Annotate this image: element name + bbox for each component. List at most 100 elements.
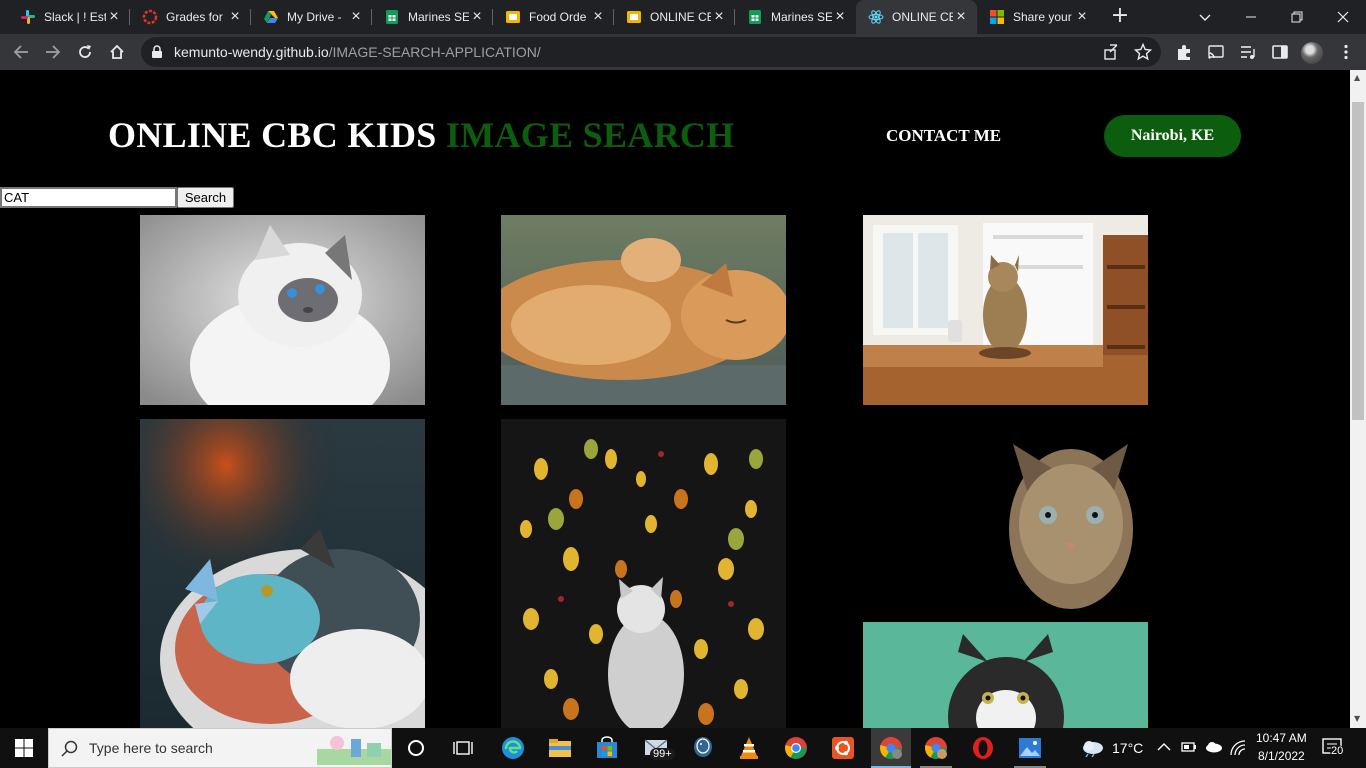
tab-online-cbc-slides[interactable]: ONLINE CB × xyxy=(614,0,735,34)
home-button[interactable] xyxy=(104,39,130,65)
close-icon[interactable]: × xyxy=(348,8,364,26)
close-icon[interactable]: × xyxy=(106,8,122,26)
google-sheets-icon xyxy=(747,9,763,25)
scroll-up-arrow-icon[interactable]: ▲ xyxy=(1354,73,1360,82)
close-icon[interactable]: × xyxy=(832,8,848,26)
tab-search-button[interactable] xyxy=(1182,0,1228,34)
weather-cloud-icon[interactable] xyxy=(1080,739,1106,757)
taskbar-file-explorer[interactable] xyxy=(544,732,576,764)
close-window-button[interactable] xyxy=(1320,0,1366,34)
close-icon[interactable]: × xyxy=(711,8,727,26)
image-result[interactable] xyxy=(501,215,786,405)
title-main: ONLINE CBC KIDS xyxy=(108,115,446,155)
page-scrollbar[interactable]: ▲ ▼ xyxy=(1350,70,1366,728)
tab-marines-sheet-1[interactable]: Marines SE × xyxy=(372,0,493,34)
store-icon xyxy=(597,736,617,758)
start-button[interactable] xyxy=(8,732,40,764)
search-button[interactable]: Search xyxy=(177,187,234,208)
close-icon[interactable]: × xyxy=(469,8,485,26)
task-view-button[interactable] xyxy=(447,732,479,764)
reload-button[interactable] xyxy=(72,39,98,65)
close-icon[interactable]: × xyxy=(953,8,969,26)
forward-button[interactable] xyxy=(40,39,66,65)
taskbar-chrome-active[interactable] xyxy=(871,728,911,768)
image-result[interactable] xyxy=(863,622,1148,728)
close-icon[interactable]: × xyxy=(1074,8,1090,26)
taskbar: Type here to search 99+ 17°C 10:47 AM 8/… xyxy=(0,728,1366,768)
scroll-down-arrow-icon[interactable]: ▼ xyxy=(1354,714,1360,723)
home-icon xyxy=(110,44,124,59)
image-result[interactable] xyxy=(863,419,1148,609)
tab-online-cbc-active[interactable]: ONLINE CB × xyxy=(856,0,977,34)
side-panel-icon[interactable] xyxy=(1271,43,1289,61)
share-icon[interactable] xyxy=(1102,43,1120,61)
taskbar-store[interactable] xyxy=(591,732,623,764)
new-tab-button[interactable]: + xyxy=(1108,5,1132,29)
search-input[interactable] xyxy=(0,187,177,208)
google-slides-icon xyxy=(505,9,521,25)
taskbar-vlc[interactable] xyxy=(733,732,765,764)
clock-date[interactable]: 8/1/2022 xyxy=(1258,749,1305,763)
cast-icon[interactable] xyxy=(1207,43,1225,61)
image-result[interactable] xyxy=(501,419,786,728)
search-placeholder: Type here to search xyxy=(89,740,213,756)
cat-photo-butterfly xyxy=(140,419,425,728)
back-button[interactable] xyxy=(8,39,34,65)
onedrive-cloud-icon[interactable] xyxy=(1205,741,1223,753)
clock-time[interactable]: 10:47 AM xyxy=(1256,731,1307,745)
address-bar[interactable]: kemunto-wendy.github.io/IMAGE-SEARCH-APP… xyxy=(141,37,1161,67)
notification-center-button[interactable]: 20 xyxy=(1322,738,1346,760)
cat-photo-leaves xyxy=(501,419,786,728)
task-view-icon xyxy=(453,741,473,755)
image-result[interactable] xyxy=(863,215,1148,405)
battery-icon[interactable] xyxy=(1181,741,1197,753)
notification-count: 20 xyxy=(1330,745,1345,757)
cortana-button[interactable] xyxy=(400,732,432,764)
wifi-icon[interactable] xyxy=(1230,740,1246,756)
folder-icon xyxy=(549,739,571,757)
cat-photo-siamese xyxy=(140,215,425,405)
postgresql-icon xyxy=(694,737,712,757)
chevron-up-icon[interactable] xyxy=(1157,742,1171,752)
image-result[interactable] xyxy=(140,419,425,728)
menu-dots-icon[interactable] xyxy=(1337,43,1355,61)
mail-badge: 99+ xyxy=(650,748,675,760)
tab-grades[interactable]: Grades for × xyxy=(130,0,251,34)
taskbar-chrome-profile-2[interactable] xyxy=(920,732,952,764)
extensions-icon[interactable] xyxy=(1175,43,1193,61)
taskbar-search-box[interactable]: Type here to search xyxy=(48,728,392,768)
grades-icon xyxy=(142,9,158,25)
media-queue-icon[interactable] xyxy=(1239,43,1257,61)
image-result[interactable] xyxy=(140,215,425,405)
google-sheets-icon xyxy=(384,9,400,25)
tab-my-drive[interactable]: My Drive - × xyxy=(251,0,372,34)
cat-photo-tabby xyxy=(863,419,1148,609)
cat-photo-tuxedo xyxy=(863,622,1148,728)
contact-me-link[interactable]: CONTACT ME xyxy=(886,126,1001,146)
bookmark-star-icon[interactable] xyxy=(1134,43,1152,61)
google-slides-icon xyxy=(626,9,642,25)
tab-food-order[interactable]: Food Orde × xyxy=(493,0,614,34)
temperature-text[interactable]: 17°C xyxy=(1112,740,1143,756)
minimize-button[interactable] xyxy=(1228,0,1274,34)
close-icon[interactable]: × xyxy=(227,8,243,26)
tab-title: Food Orde xyxy=(529,10,587,24)
close-icon[interactable]: × xyxy=(590,8,606,26)
tab-marines-sheet-2[interactable]: Marines SE × xyxy=(735,0,856,34)
location-button[interactable]: Nairobi, KE xyxy=(1104,115,1241,157)
restore-button[interactable] xyxy=(1274,0,1320,34)
profile-avatar[interactable] xyxy=(1301,42,1323,64)
taskbar-mail[interactable]: 99+ xyxy=(641,732,675,764)
tab-title: Marines SE xyxy=(771,10,832,24)
taskbar-opera[interactable] xyxy=(967,732,999,764)
chrome-icon xyxy=(785,737,807,759)
tab-slack[interactable]: Slack | ! Est × xyxy=(8,0,130,34)
scrollbar-thumb[interactable] xyxy=(1352,102,1364,420)
taskbar-chrome[interactable] xyxy=(780,732,812,764)
taskbar-postgres[interactable] xyxy=(687,732,719,764)
vlc-cone-icon xyxy=(740,737,758,759)
taskbar-photos[interactable] xyxy=(1014,732,1046,764)
taskbar-ubuntu[interactable] xyxy=(827,732,859,764)
tab-share-your[interactable]: Share your × xyxy=(977,0,1098,34)
taskbar-edge[interactable] xyxy=(497,732,529,764)
